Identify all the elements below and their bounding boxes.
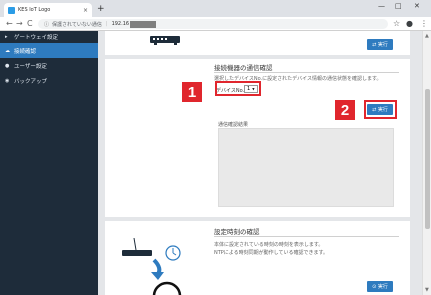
sidebar-item-label: 接続確認 <box>14 48 37 55</box>
sidebar-item-gateway[interactable]: ▸ ゲートウェイ設定 <box>0 31 98 43</box>
maximize-icon[interactable]: □ <box>395 2 402 10</box>
time-check-description-2: NTPによる時刻同期が動作している確認できます。 <box>214 250 329 256</box>
title-divider <box>214 236 399 237</box>
new-tab-button[interactable]: + <box>97 3 105 15</box>
address-bar[interactable]: ⓘ 保護されていない通信 | 192.16 <box>38 19 388 29</box>
title-divider <box>214 72 399 73</box>
account-icon[interactable]: ● <box>406 18 413 30</box>
router-icon <box>150 36 180 45</box>
time-check-exec-button[interactable]: ⊙ 実行 <box>367 281 393 292</box>
comm-check-title: 接続機器の通信確認 <box>214 64 273 72</box>
user-icon: ● <box>5 62 10 69</box>
security-status: 保護されていない通信 <box>52 21 102 28</box>
browser-toolbar: ← → C ⓘ 保護されていない通信 | 192.16 ☆ ● ⋮ <box>0 17 431 31</box>
time-check-description-1: 本体に設定されている時刻の時刻を表示します。 <box>214 242 324 248</box>
scroll-up-icon[interactable]: ▲ <box>425 33 429 39</box>
annotation-highlight-exec-button <box>364 100 397 119</box>
forward-icon[interactable]: → <box>16 18 23 30</box>
top-card: ⇄ 実行 <box>105 31 410 55</box>
content-scrollbar[interactable]: ▲ ▼ <box>422 31 431 295</box>
info-icon[interactable]: ⓘ <box>44 21 49 28</box>
close-window-icon[interactable]: ✕ <box>414 2 420 10</box>
browser-tab[interactable]: KES IoT Logo × <box>4 3 92 17</box>
scroll-thumb[interactable] <box>425 89 430 229</box>
bookmark-star-icon[interactable]: ☆ <box>393 18 400 30</box>
sidebar-item-connection[interactable]: ☁ 接続確認 <box>0 43 98 58</box>
time-check-title: 設定時刻の確認 <box>214 228 260 236</box>
comm-result-area <box>218 128 394 207</box>
reload-icon[interactable]: C <box>27 18 33 30</box>
annotation-badge-1: 1 <box>182 82 202 102</box>
cloud-icon: ☁ <box>5 47 10 54</box>
back-icon[interactable]: ← <box>6 18 13 30</box>
top-exec-button[interactable]: ⇄ 実行 <box>367 39 393 50</box>
close-tab-icon[interactable]: × <box>83 7 88 14</box>
clock-sync-illustration <box>122 238 182 295</box>
menu-icon[interactable]: ⋮ <box>420 18 428 30</box>
tab-title: KES IoT Logo <box>18 7 51 13</box>
scroll-down-icon[interactable]: ▼ <box>425 287 429 293</box>
comm-result-label: 通信確認結果 <box>218 122 249 128</box>
sidebar-item-backup[interactable]: ◉ バックアップ <box>0 73 98 88</box>
backup-icon: ◉ <box>5 77 10 84</box>
gateway-icon: ▸ <box>5 34 8 40</box>
sidebar-item-user[interactable]: ● ユーザー設定 <box>0 58 98 73</box>
favicon-icon <box>8 6 15 14</box>
browser-tabstrip: KES IoT Logo × + — □ ✕ <box>0 0 431 17</box>
sidebar-item-label: ゲートウェイ設定 <box>14 35 59 41</box>
sidebar-item-label: ユーザー設定 <box>14 63 47 70</box>
annotation-highlight-device-select <box>215 81 261 96</box>
annotation-badge-2: 2 <box>335 100 355 120</box>
url-text: 192.16 <box>111 21 130 27</box>
minimize-icon[interactable]: — <box>378 2 385 10</box>
sidebar-item-label: バックアップ <box>14 78 48 85</box>
url-redaction <box>130 20 157 28</box>
sidebar: ▸ ゲートウェイ設定 ☁ 接続確認 ● ユーザー設定 ◉ バックアップ <box>0 31 98 295</box>
address-separator: | <box>105 21 108 27</box>
